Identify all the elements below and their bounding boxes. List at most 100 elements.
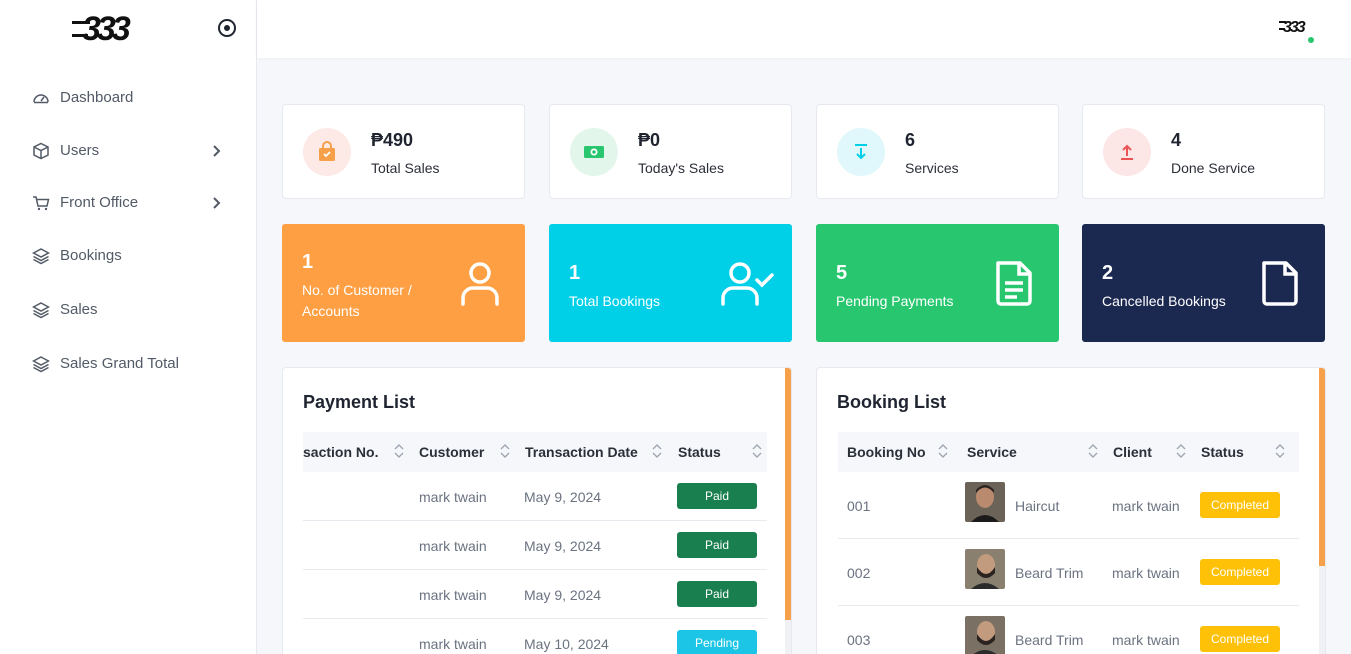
summary-value: 1 (569, 262, 581, 284)
shopping-bag-icon (303, 128, 351, 176)
booking-no-cell: 002 (847, 565, 871, 581)
sidebar-item-sales-grand-total[interactable]: Sales Grand Total (0, 344, 257, 384)
sidebar-item-users[interactable]: Users (0, 131, 257, 171)
table-row[interactable]: 003 Beard Trim mark twain Completed (838, 606, 1299, 654)
column-header-client[interactable]: Client (1113, 444, 1152, 460)
sidebar-item-label: Front Office (60, 194, 139, 211)
date-cell: May 9, 2024 (524, 538, 602, 554)
status-badge: Pending (677, 630, 757, 654)
svg-text:333: 333 (82, 12, 131, 44)
table-row[interactable]: 002 Beard Trim mark twain Completed (838, 539, 1299, 606)
summary-card-customers[interactable]: 1 No. of Customer / Accounts (282, 224, 525, 342)
summary-label: No. of Customer / Accounts (302, 282, 412, 319)
stat-label: Today's Sales (638, 160, 724, 176)
date-cell: May 9, 2024 (524, 587, 602, 603)
date-cell: May 10, 2024 (524, 636, 609, 652)
payment-list-title: Payment List (303, 392, 416, 412)
booking-table-header: Booking No Service Client Status (838, 432, 1299, 472)
scrollbar-thumb[interactable] (785, 368, 791, 620)
booking-list-title: Booking List (837, 392, 946, 412)
service-thumbnail (965, 482, 1005, 522)
summary-card-pending-payments[interactable]: 5 Pending Payments (816, 224, 1059, 342)
sort-icon[interactable] (752, 442, 762, 460)
layers-icon (32, 248, 50, 265)
stat-card-todays-sales: ₱0 Today's Sales (549, 104, 792, 199)
table-row[interactable]: mark twain May 9, 2024 Paid (303, 472, 767, 521)
booking-list-scrollbar[interactable] (1319, 368, 1325, 654)
summary-card-cancelled-bookings[interactable]: 2 Cancelled Bookings (1082, 224, 1325, 342)
stat-card-services: 6 Services (816, 104, 1059, 199)
sort-icon[interactable] (1088, 442, 1098, 460)
column-header-transaction-no[interactable]: saction No. (303, 444, 378, 460)
sidebar-item-dashboard[interactable]: Dashboard (0, 78, 257, 118)
chevron-right-icon (213, 145, 221, 157)
date-cell: May 9, 2024 (524, 489, 602, 505)
customer-cell: mark twain (419, 587, 487, 603)
booking-no-cell: 003 (847, 632, 871, 648)
stat-card-total-sales: ₱490 Total Sales (282, 104, 525, 199)
sidebar-item-label: Sales (60, 301, 98, 318)
table-row[interactable]: 001 Haircut mark twain Completed (838, 472, 1299, 539)
sort-icon[interactable] (938, 442, 948, 460)
brand-logo[interactable]: 333 (72, 12, 158, 44)
column-header-customer[interactable]: Customer (419, 444, 484, 460)
sidebar-item-sales[interactable]: Sales (0, 290, 257, 330)
stat-label: Services (905, 160, 959, 176)
cash-icon (570, 128, 618, 176)
sidebar-toggle-icon[interactable] (217, 18, 237, 38)
client-cell: mark twain (1112, 632, 1180, 648)
column-header-status[interactable]: Status (678, 444, 721, 460)
booking-list-panel: Booking List Booking No Service Client S… (816, 367, 1326, 654)
client-cell: mark twain (1112, 498, 1180, 514)
payment-list-scrollbar[interactable] (785, 368, 791, 654)
layers-icon (32, 356, 50, 373)
stat-label: Done Service (1171, 160, 1256, 176)
stat-label: Total Sales (371, 160, 440, 176)
dashboard-gauge-icon (33, 94, 49, 104)
sidebar-item-label: Dashboard (60, 89, 134, 106)
booking-no-cell: 001 (847, 498, 871, 514)
upload-icon (1103, 128, 1151, 176)
payment-list-panel: Payment List saction No. Customer Transa… (282, 367, 792, 654)
summary-card-bookings[interactable]: 1 Total Bookings (549, 224, 792, 342)
status-badge: Completed (1200, 626, 1280, 652)
service-cell: Beard Trim (1015, 632, 1084, 648)
online-status-dot (1308, 37, 1314, 43)
table-row[interactable]: mark twain May 9, 2024 Paid (303, 570, 767, 619)
stat-card-done-service: 4 Done Service (1082, 104, 1325, 199)
sort-icon[interactable] (394, 442, 404, 460)
scrollbar-thumb[interactable] (1319, 368, 1325, 566)
layers-icon (32, 302, 50, 319)
file-icon (1262, 261, 1298, 306)
table-row[interactable]: mark twain May 10, 2024 Pending (303, 619, 767, 654)
download-icon (837, 128, 885, 176)
sidebar: 333 Dashboard Users Front Office Booking… (0, 0, 257, 654)
column-header-transaction-date[interactable]: Transaction Date (525, 444, 638, 460)
topbar: 333 (257, 0, 1351, 58)
sidebar-item-front-office[interactable]: Front Office (0, 183, 257, 223)
summary-label: Total Bookings (569, 293, 661, 309)
sort-icon[interactable] (1176, 442, 1186, 460)
chevron-right-icon (213, 197, 221, 209)
sidebar-header: 333 (0, 0, 256, 58)
sidebar-item-label: Users (60, 142, 100, 159)
column-header-status[interactable]: Status (1201, 444, 1244, 460)
service-cell: Beard Trim (1015, 565, 1084, 581)
column-header-service[interactable]: Service (967, 444, 1017, 460)
customer-cell: mark twain (419, 489, 487, 505)
sort-icon[interactable] (1275, 442, 1285, 460)
stat-value: 4 (1171, 130, 1182, 150)
sidebar-item-bookings[interactable]: Bookings (0, 236, 257, 276)
customer-cell: mark twain (419, 538, 487, 554)
summary-label: Cancelled Bookings (1102, 293, 1226, 309)
sort-icon[interactable] (652, 442, 662, 460)
column-header-booking-no[interactable]: Booking No (847, 444, 926, 460)
payment-table-header: saction No. Customer Transaction Date St… (303, 432, 767, 472)
table-row[interactable]: mark twain May 9, 2024 Paid (303, 521, 767, 570)
service-thumbnail (965, 549, 1005, 589)
box-icon (33, 142, 49, 160)
sort-icon[interactable] (500, 442, 510, 460)
svg-text:333: 333 (1283, 19, 1306, 36)
cart-icon (33, 196, 50, 211)
service-cell: Haircut (1015, 498, 1060, 514)
